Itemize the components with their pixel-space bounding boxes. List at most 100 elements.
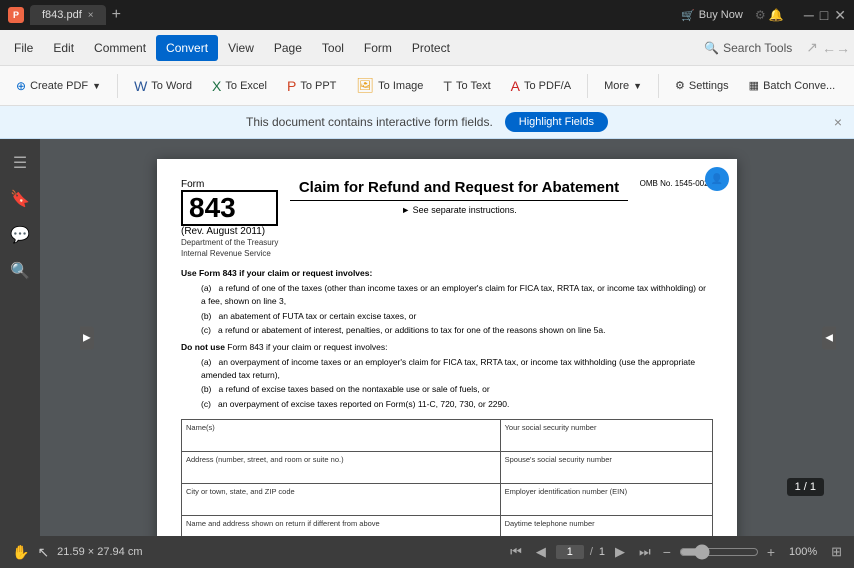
to-word-label: To Word [151, 80, 192, 92]
search-tools-button[interactable]: 🔍 Search Tools [694, 37, 802, 59]
omb-number: OMB No. 1545-0024 [640, 179, 713, 188]
page-number-input[interactable] [556, 545, 584, 559]
next-page-button[interactable]: ▶ [611, 542, 629, 562]
nav-back-icon[interactable]: ← [822, 40, 836, 56]
buy-now-button[interactable]: 🛒 Buy Now [681, 9, 743, 22]
first-page-button[interactable]: ⏮ [506, 542, 526, 562]
title-bar-right: 🛒 Buy Now ⚙ 🔔 ─ □ ✕ [681, 7, 846, 24]
create-pdf-button[interactable]: ⊕ Create PDF ▼ [8, 74, 109, 98]
toolbar-divider-1 [117, 74, 118, 98]
sidebar-thumbnails-icon[interactable]: ☰ [4, 147, 36, 179]
spouse-ssn-input[interactable] [505, 464, 708, 480]
maximize-icon[interactable]: □ [820, 7, 828, 24]
table-row-name-ssn: Name(s) Your social security number [182, 419, 713, 451]
to-text-button[interactable]: T To Text [435, 73, 498, 99]
to-ppt-button[interactable]: P To PPT [279, 73, 344, 99]
file-tab[interactable]: f843.pdf × [30, 5, 106, 25]
zoom-slider[interactable] [679, 544, 759, 560]
sidebar-search-icon[interactable]: 🔍 [4, 255, 36, 287]
name-input[interactable] [186, 432, 496, 448]
create-pdf-icon: ⊕ [16, 79, 26, 93]
text-icon: T [443, 78, 452, 94]
ppt-icon: P [287, 78, 296, 94]
zoom-in-button[interactable]: + [767, 544, 775, 560]
toolbar-divider-2 [587, 74, 588, 98]
menu-comment[interactable]: Comment [84, 35, 156, 61]
ein-label: Employer identification number (EIN) [505, 487, 708, 496]
bottom-right: − + 100% ⊞ [663, 544, 842, 560]
batch-convert-button[interactable]: ▦ Batch Conve... [741, 74, 844, 97]
city-input[interactable] [186, 496, 496, 512]
menu-page[interactable]: Page [264, 35, 312, 61]
highlight-fields-button[interactable]: Highlight Fields [505, 112, 608, 132]
instructions-section: Use Form 843 if your claim or request in… [181, 267, 713, 411]
name-return-input[interactable] [186, 528, 496, 536]
menu-edit[interactable]: Edit [43, 35, 84, 61]
use-item-c: (c) a refund or abatement of interest, p… [201, 324, 713, 337]
menu-file[interactable]: File [4, 35, 43, 61]
form-number-section: Form 843 (Rev. August 2011) Department o… [181, 179, 278, 259]
form-header: Form 843 (Rev. August 2011) Department o… [181, 179, 713, 259]
to-image-button[interactable]: 🖼 To Image [348, 72, 431, 99]
window-controls: ─ □ ✕ [804, 7, 846, 24]
ssn-label: Your social security number [505, 423, 708, 432]
toolbar-divider-3 [658, 74, 659, 98]
external-link-icon[interactable]: ↗ [806, 39, 818, 56]
form-rev: (Rev. August 2011) [181, 226, 278, 237]
page-total: 1 [599, 546, 605, 558]
phone-input[interactable] [505, 528, 708, 536]
more-button[interactable]: More ▼ [596, 75, 650, 97]
close-icon[interactable]: ✕ [834, 7, 846, 24]
bottom-center: ⏮ ◀ / 1 ▶ ⏭ [506, 542, 655, 562]
nav-forward-icon[interactable]: → [836, 40, 850, 56]
use-heading: Use Form 843 if your claim or request in… [181, 267, 713, 280]
form-number: 843 [181, 190, 278, 226]
settings-button[interactable]: ⚙ Settings [667, 74, 737, 97]
spouse-ssn-cell: Spouse's social security number [500, 451, 712, 483]
to-pdfa-button[interactable]: A To PDF/A [503, 73, 579, 99]
omb-section: OMB No. 1545-0024 [640, 179, 713, 188]
notification-bar: This document contains interactive form … [0, 106, 854, 139]
menu-form[interactable]: Form [354, 35, 402, 61]
notify-close-button[interactable]: × [834, 114, 842, 130]
to-excel-button[interactable]: X To Excel [204, 73, 275, 99]
menu-protect[interactable]: Protect [402, 35, 460, 61]
city-field-cell: City or town, state, and ZIP code [182, 483, 501, 515]
address-label: Address (number, street, and room or sui… [186, 455, 496, 464]
word-icon: W [134, 78, 147, 94]
to-word-button[interactable]: W To Word [126, 73, 200, 99]
right-panel-collapse-button[interactable]: ◀ [822, 326, 836, 349]
zoom-out-button[interactable]: − [663, 544, 671, 560]
name-return-cell: Name and address shown on return if diff… [182, 515, 501, 536]
dimensions-label: 21.59 × 27.94 cm [57, 546, 142, 558]
select-tool-button[interactable]: ↖ [37, 544, 49, 561]
create-pdf-dropdown-icon[interactable]: ▼ [92, 81, 101, 91]
minimize-icon[interactable]: ─ [804, 7, 814, 24]
ein-input[interactable] [505, 496, 708, 512]
address-input[interactable] [186, 464, 496, 480]
cursor-tool-button[interactable]: ✋ [12, 544, 29, 561]
last-page-button[interactable]: ⏭ [635, 542, 655, 562]
see-instructions: ► See separate instructions. [290, 205, 627, 215]
add-tab-button[interactable]: + [112, 6, 121, 24]
sidebar-bookmarks-icon[interactable]: 🔖 [4, 183, 36, 215]
menu-view[interactable]: View [218, 35, 264, 61]
image-icon: 🖼 [356, 77, 374, 94]
left-panel-collapse-button[interactable]: ▶ [80, 326, 94, 349]
table-row-city-ein: City or town, state, and ZIP code Employ… [182, 483, 713, 515]
sidebar-comments-icon[interactable]: 💬 [4, 219, 36, 251]
form-label: Form [181, 179, 278, 190]
table-row-name-phone: Name and address shown on return if diff… [182, 515, 713, 536]
zoom-level-label: 100% [783, 546, 823, 558]
title-bar: P f843.pdf × + 🛒 Buy Now ⚙ 🔔 ─ □ ✕ [0, 0, 854, 30]
app-icon: P [8, 7, 24, 23]
close-tab-icon[interactable]: × [88, 10, 94, 21]
address-field-cell: Address (number, street, and room or sui… [182, 451, 501, 483]
left-sidebar: ☰ 🔖 💬 🔍 [0, 139, 40, 536]
fit-page-button[interactable]: ⊞ [831, 544, 842, 560]
menu-convert[interactable]: Convert [156, 35, 218, 61]
ssn-input[interactable] [505, 432, 708, 448]
phone-label: Daytime telephone number [505, 519, 708, 528]
prev-page-button[interactable]: ◀ [532, 542, 550, 562]
menu-tool[interactable]: Tool [312, 35, 354, 61]
